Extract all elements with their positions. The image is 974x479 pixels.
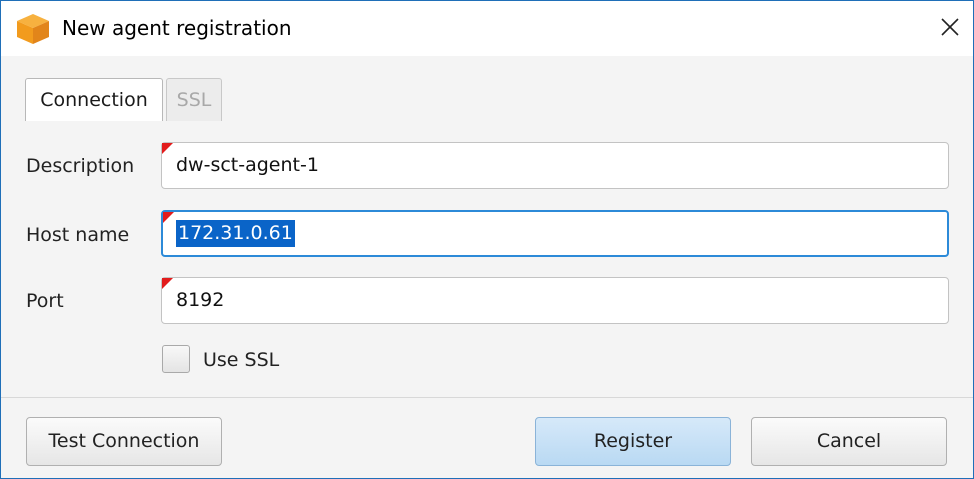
use-ssl-checkbox[interactable]	[162, 345, 190, 373]
test-connection-button[interactable]: Test Connection	[26, 417, 222, 466]
required-marker	[163, 212, 174, 223]
description-label: Description	[26, 155, 135, 177]
host-name-value: 172.31.0.61	[176, 220, 295, 247]
required-marker	[162, 143, 173, 154]
tab-ssl[interactable]: SSL	[166, 78, 222, 121]
port-field[interactable]: 8192	[161, 277, 949, 324]
footer-divider	[1, 397, 973, 398]
orange-cube-icon	[16, 13, 50, 45]
description-field[interactable]: dw-sct-agent-1	[161, 142, 949, 189]
host-name-field[interactable]: 172.31.0.61	[161, 210, 949, 257]
port-value: 8192	[176, 289, 225, 311]
required-marker	[162, 278, 173, 289]
close-icon	[941, 17, 959, 40]
description-value: dw-sct-agent-1	[176, 154, 319, 176]
port-label: Port	[26, 290, 64, 312]
cancel-button[interactable]: Cancel	[751, 417, 947, 466]
title-bar: New agent registration	[1, 1, 973, 56]
use-ssl-label[interactable]: Use SSL	[203, 345, 279, 375]
dialog-window: New agent registration Connection SSL De…	[0, 0, 974, 479]
window-title: New agent registration	[62, 16, 292, 40]
register-button[interactable]: Register	[535, 417, 731, 466]
host-name-label: Host name	[26, 224, 130, 246]
tab-connection[interactable]: Connection	[25, 78, 163, 121]
close-button[interactable]	[927, 1, 973, 56]
